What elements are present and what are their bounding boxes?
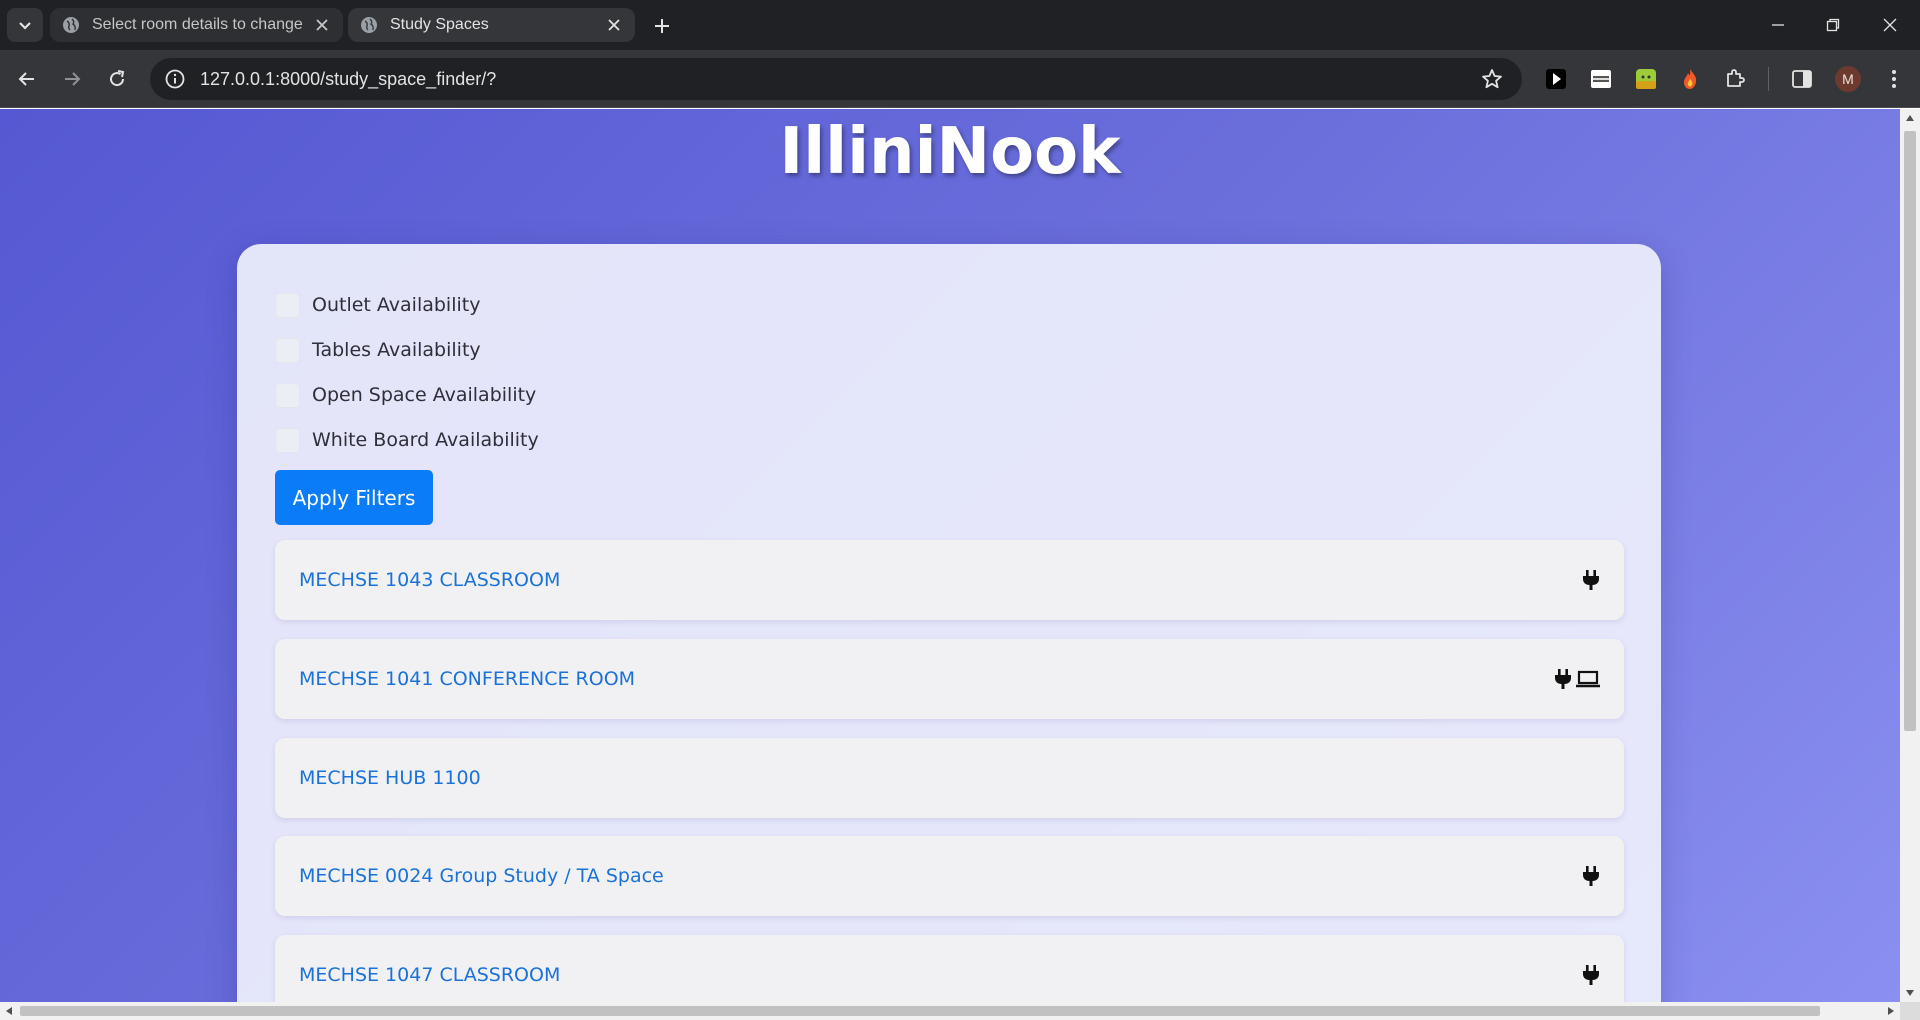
puzzle-icon [1727,69,1745,87]
menu-button[interactable] [1882,67,1906,91]
plug-icon [1583,570,1599,590]
plug-icon [1583,965,1599,985]
play-icon [1546,69,1566,89]
horizontal-scroll-thumb[interactable] [20,1006,1820,1016]
room-item: MECHSE 1047 CLASSROOM [275,935,1624,1002]
green-extension-icon[interactable] [1634,67,1658,91]
minimize-button[interactable] [1758,10,1798,40]
scroll-up-icon[interactable] [1906,115,1914,121]
scroll-down-icon[interactable] [1906,990,1914,996]
arrow-left-icon [18,72,34,86]
side-panel-toggle-icon [1792,70,1812,88]
room-link[interactable]: MECHSE 1047 CLASSROOM [299,964,1582,986]
page-viewport: IlliniNook Outlet Availability Tables Av… [0,109,1900,1002]
outlet-checkbox[interactable] [275,292,300,318]
bookmark-star-icon[interactable] [1480,67,1504,91]
tab-title: Select room details to change | [92,16,305,33]
idm-extension-icon[interactable] [1589,67,1613,91]
room-link[interactable]: MECHSE 0024 Group Study / TA Space [299,865,1582,887]
url-text[interactable]: 127.0.0.1:8000/study_space_finder/? [200,69,1480,90]
horizontal-scrollbar[interactable] [0,1002,1900,1020]
forward-button[interactable] [55,62,89,96]
page-title: IlliniNook [779,115,1121,189]
filter-label: Outlet Availability [312,294,481,316]
restore-icon [1826,18,1840,32]
reload-icon [110,70,125,87]
toolbar-separator [1768,67,1769,91]
room-amenities [1554,668,1600,690]
room-item: MECHSE HUB 1100 [275,738,1624,818]
new-tab-button[interactable] [648,12,676,40]
download-manager-icon [1591,70,1611,88]
flame-icon [1684,69,1697,89]
tab-search-button[interactable] [7,8,43,42]
close-window-button[interactable] [1870,10,1910,40]
plug-icon [1555,669,1571,689]
filter-open-space[interactable]: Open Space Availability [275,380,536,410]
close-icon [1883,18,1897,32]
address-bar[interactable]: 127.0.0.1:8000/study_space_finder/? [150,58,1522,100]
filter-outlet[interactable]: Outlet Availability [275,290,480,320]
site-info-icon[interactable] [164,68,186,90]
monitor-icon [1576,670,1600,688]
tables-checkbox[interactable] [275,337,300,363]
tab-study-spaces[interactable]: Study Spaces [348,8,635,42]
room-item: MECHSE 1041 CONFERENCE ROOM [275,639,1624,719]
scrollbar-corner [1900,1002,1920,1020]
filter-tables[interactable]: Tables Availability [275,335,481,365]
kebab-menu-icon [1892,70,1896,88]
globe-icon [63,17,79,33]
fire-extension-icon[interactable] [1678,67,1702,91]
filter-label: Tables Availability [312,339,481,361]
browser-toolbar: 127.0.0.1:8000/study_space_finder/? [0,50,1920,108]
white-board-checkbox[interactable] [275,427,300,453]
back-button[interactable] [10,62,44,96]
filter-label: Open Space Availability [312,384,537,406]
tab-title: Study Spaces [390,16,489,33]
tab-strip: Select room details to change | Study Sp… [0,0,1920,50]
play-extension-icon[interactable] [1544,67,1568,91]
close-icon[interactable] [605,16,623,34]
filter-label: White Board Availability [312,429,539,451]
room-link[interactable]: MECHSE 1043 CLASSROOM [299,569,1582,591]
study-space-card: Outlet Availability Tables Availability … [237,244,1661,1002]
arrow-right-icon [65,72,81,86]
filter-white-board[interactable]: White Board Availability [275,425,539,455]
room-item: MECHSE 0024 Group Study / TA Space [275,836,1624,916]
puzzle-extension-icon[interactable] [1723,67,1747,91]
profile-avatar[interactable]: M [1835,66,1861,92]
side-panel-icon[interactable] [1790,67,1814,91]
scroll-left-icon[interactable] [6,1007,12,1015]
open-space-checkbox[interactable] [275,382,300,408]
restore-button[interactable] [1813,10,1853,40]
vertical-scrollbar[interactable] [1900,109,1920,1002]
tab-room-details[interactable]: Select room details to change | [50,8,343,42]
scroll-right-icon[interactable] [1888,1007,1894,1015]
face-extension-icon [1636,69,1656,89]
apply-filters-button[interactable]: Apply Filters [275,470,433,525]
room-link[interactable]: MECHSE 1041 CONFERENCE ROOM [299,668,1554,690]
room-amenities [1582,964,1600,986]
plus-icon [655,19,669,33]
reload-button[interactable] [100,62,134,96]
room-link[interactable]: MECHSE HUB 1100 [299,767,1600,789]
chevron-down-icon [19,22,31,30]
globe-icon [361,17,377,33]
room-item: MECHSE 1043 CLASSROOM [275,540,1624,620]
vertical-scroll-thumb[interactable] [1904,131,1916,731]
room-amenities [1582,865,1600,887]
close-icon[interactable] [313,16,331,34]
room-amenities [1582,569,1600,591]
minimize-icon [1772,24,1784,26]
plug-icon [1583,866,1599,886]
